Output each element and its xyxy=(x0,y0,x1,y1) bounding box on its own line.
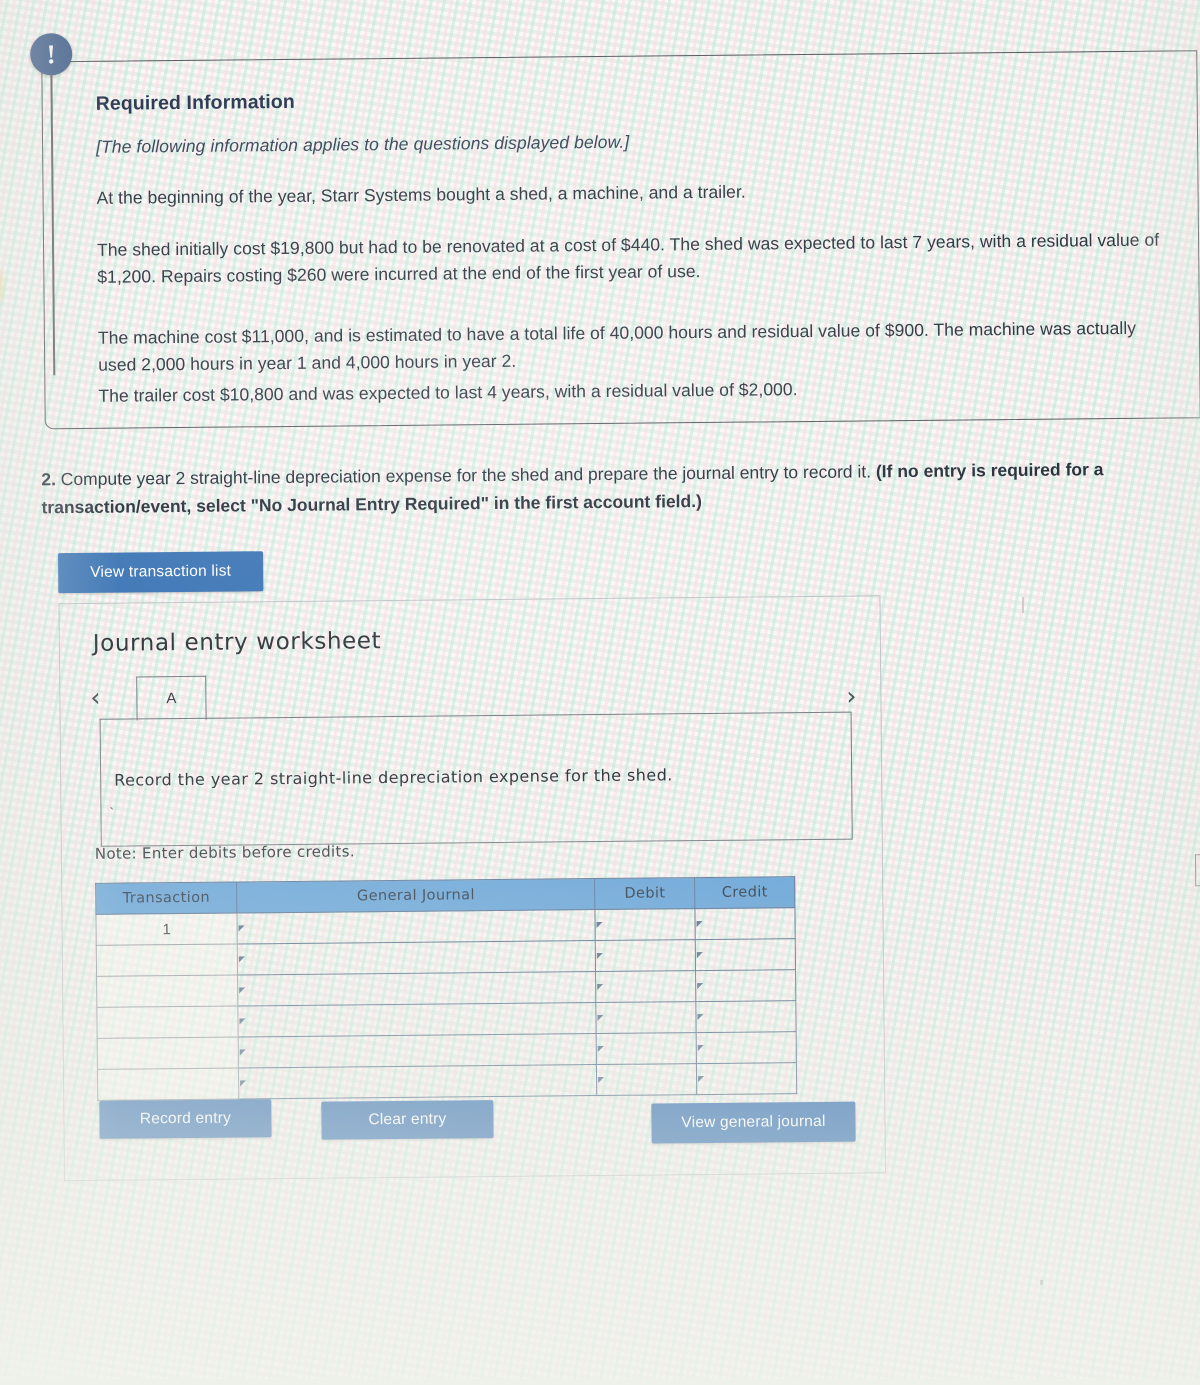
cell-caret-icon xyxy=(696,921,703,928)
info-paragraph-shed: The shed initially cost $19,800 but had … xyxy=(96,229,1160,287)
cell-debit-input[interactable] xyxy=(596,1032,697,1065)
cell-debit-input[interactable] xyxy=(595,939,696,972)
cell-credit-input[interactable] xyxy=(695,1000,797,1033)
info-paragraph-machine: The machine cost $11,000, and is estimat… xyxy=(97,317,1137,375)
cell-caret-icon xyxy=(596,921,603,929)
cell-credit-input[interactable] xyxy=(696,1062,797,1095)
journal-entry-table: Transaction General Journal Debit Credit… xyxy=(95,876,797,1101)
view-transaction-list-button[interactable]: View transaction list xyxy=(57,551,264,594)
cell-caret-icon xyxy=(598,1076,605,1084)
cell-caret-icon xyxy=(597,952,604,960)
cell-caret-icon xyxy=(697,1045,704,1052)
cell-caret-icon xyxy=(238,925,245,932)
header-debit: Debit xyxy=(594,877,696,910)
text-cursor-artifact: ` xyxy=(109,804,115,821)
cell-debit-input[interactable] xyxy=(595,908,696,941)
previous-entry-arrow-icon[interactable]: ‹ xyxy=(90,683,100,712)
cell-credit-input[interactable] xyxy=(695,938,796,971)
cell-caret-icon xyxy=(238,956,246,963)
view-general-journal-button[interactable]: View general journal xyxy=(651,1101,856,1144)
cell-transaction xyxy=(97,1036,239,1070)
cell-debit-input[interactable] xyxy=(596,1001,697,1034)
cell-caret-icon xyxy=(239,1049,246,1056)
cell-transaction xyxy=(96,1005,239,1039)
cell-debit-input[interactable] xyxy=(596,1063,697,1096)
cell-credit-input[interactable] xyxy=(695,907,796,940)
header-general-journal: General Journal xyxy=(236,878,596,914)
photo-speck xyxy=(1022,597,1024,613)
offscreen-panel-edge xyxy=(1194,854,1200,887)
cell-caret-icon xyxy=(597,1014,604,1022)
cell-transaction: 1 xyxy=(95,913,238,946)
exclamation-icon: ! xyxy=(29,33,73,76)
record-entry-button[interactable]: Record entry xyxy=(99,1099,272,1139)
table-row xyxy=(97,1062,797,1101)
debits-before-credits-note: Note: Enter debits before credits. xyxy=(94,842,355,863)
question-text: 2. Compute year 2 straight-line deprecia… xyxy=(41,454,1200,522)
next-entry-arrow-icon[interactable]: › xyxy=(846,682,856,711)
cell-transaction xyxy=(97,1067,239,1101)
cell-caret-icon xyxy=(598,1045,605,1053)
cell-caret-icon xyxy=(698,1076,705,1083)
cell-general-journal-input[interactable] xyxy=(237,971,597,1006)
cell-caret-icon xyxy=(239,987,246,994)
cell-caret-icon xyxy=(597,983,604,991)
required-information-title: Required Information xyxy=(95,90,295,115)
page-stage: ! Required Information [The following in… xyxy=(0,0,1200,1385)
question-body: Compute year 2 straight-line depreciatio… xyxy=(55,461,877,490)
cell-general-journal-input[interactable] xyxy=(237,940,596,975)
worksheet-title: Journal entry worksheet xyxy=(92,628,382,657)
cell-credit-input[interactable] xyxy=(695,969,796,1002)
cell-transaction xyxy=(96,943,238,977)
cell-debit-input[interactable] xyxy=(595,970,696,1003)
cell-caret-icon xyxy=(696,952,704,959)
cell-caret-icon xyxy=(697,983,704,990)
clear-entry-button[interactable]: Clear entry xyxy=(321,1100,494,1140)
cell-general-journal-input[interactable] xyxy=(238,1064,597,1099)
cell-caret-icon xyxy=(239,1018,246,1025)
cell-transaction xyxy=(96,974,238,1008)
cell-credit-input[interactable] xyxy=(696,1031,797,1064)
cell-caret-icon xyxy=(240,1080,247,1087)
cell-general-journal-input[interactable] xyxy=(237,909,596,944)
photo-artifact-left xyxy=(0,267,4,304)
cell-caret-icon xyxy=(697,1014,704,1021)
photo-speck xyxy=(1040,1280,1043,1285)
worksheet-tab-a[interactable]: A xyxy=(136,675,207,721)
cell-general-journal-input[interactable] xyxy=(238,1033,597,1068)
cell-general-journal-input[interactable] xyxy=(237,1002,597,1037)
question-number: 2. xyxy=(41,469,56,490)
header-transaction: Transaction xyxy=(95,882,238,915)
header-credit: Credit xyxy=(694,876,795,909)
